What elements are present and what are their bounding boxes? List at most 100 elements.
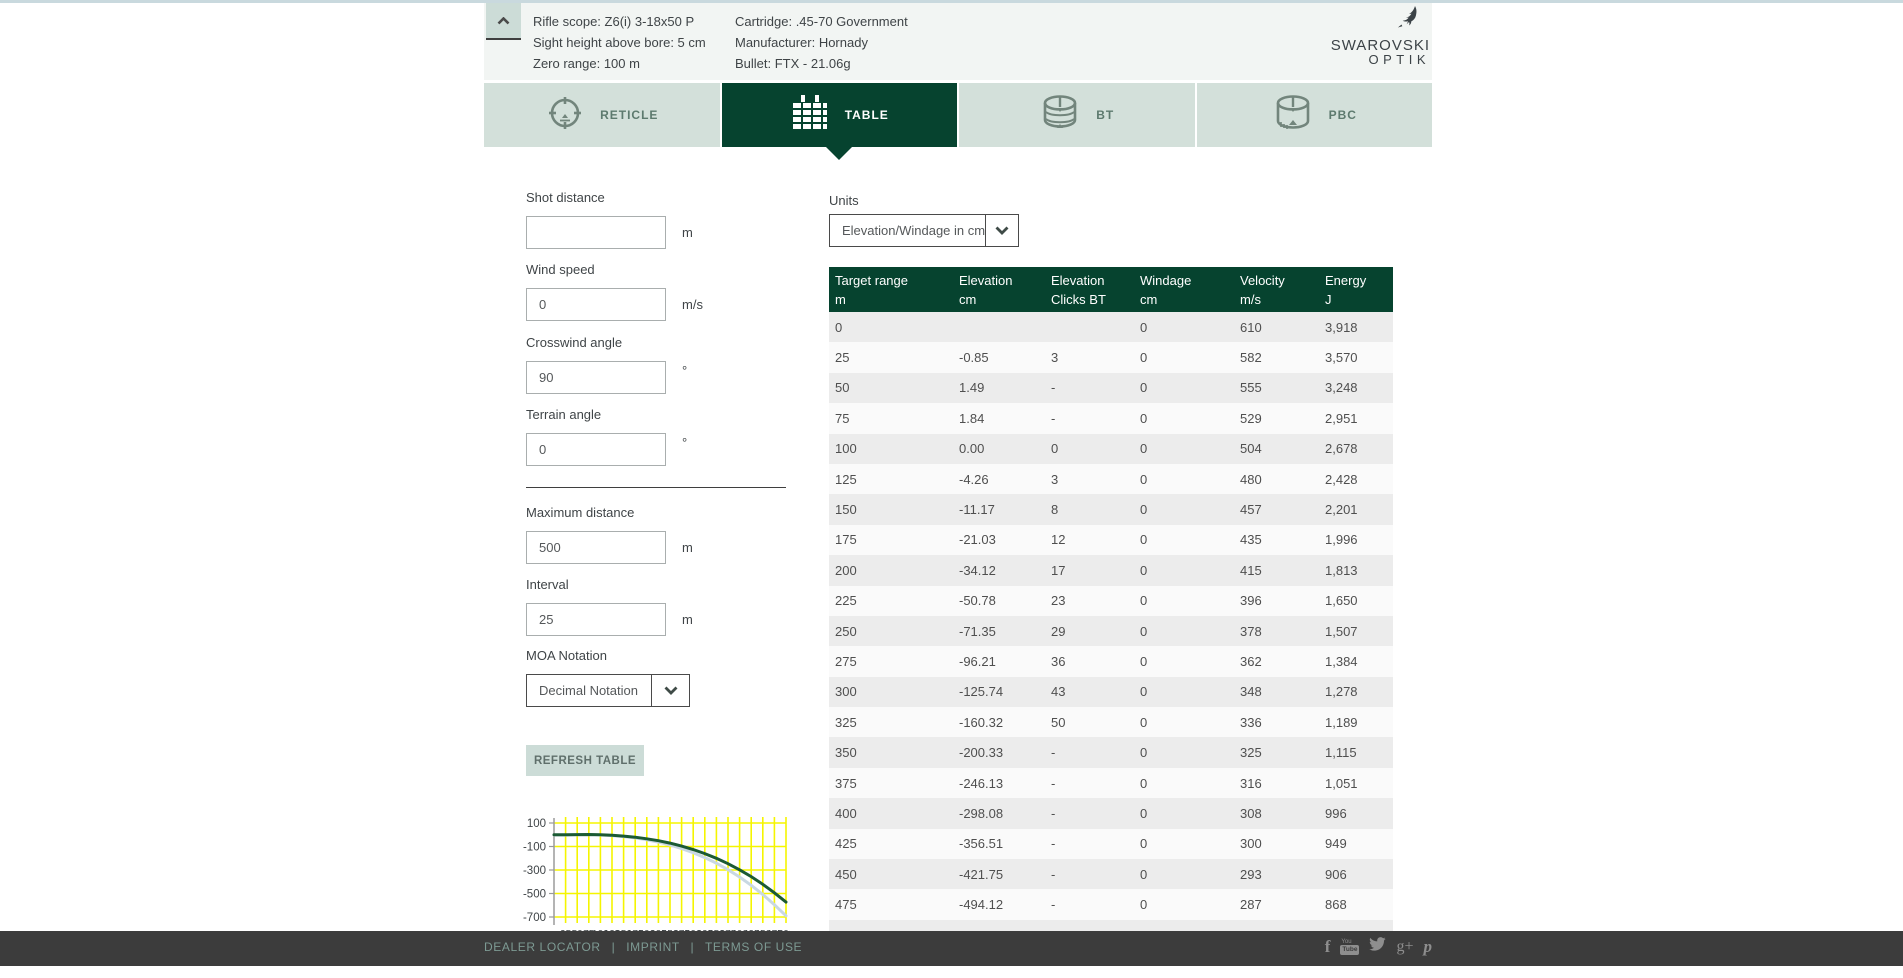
table-row: 501.49-05553,248 bbox=[829, 373, 1393, 403]
ballistic-setup-header: Rifle scope: Z6(i) 3-18x50 P Sight heigh… bbox=[484, 3, 1432, 80]
table-cell: 1,189 bbox=[1319, 715, 1393, 730]
table-row: 225-50.782303961,650 bbox=[829, 586, 1393, 616]
table-row: 150-11.17804572,201 bbox=[829, 494, 1393, 524]
googleplus-icon[interactable]: g+ bbox=[1396, 939, 1413, 955]
table-cell: 12 bbox=[1045, 532, 1134, 547]
units-select[interactable]: Elevation/Windage in cm bbox=[829, 214, 1019, 247]
scope-specs: Rifle scope: Z6(i) 3-18x50 P Sight heigh… bbox=[533, 11, 706, 74]
table-cell: - bbox=[1045, 745, 1134, 760]
collapse-header-button[interactable] bbox=[486, 3, 521, 40]
table-cell: 3,918 bbox=[1319, 320, 1393, 335]
table-cell: -4.26 bbox=[953, 472, 1045, 487]
table-cell: - bbox=[1045, 806, 1134, 821]
link-separator: | bbox=[612, 940, 616, 954]
logo-brand-text: SWAROVSKI bbox=[1331, 38, 1430, 53]
table-cell: 3 bbox=[1045, 350, 1134, 365]
table-cell: -494.12 bbox=[953, 897, 1045, 912]
table-cell: 0 bbox=[1134, 441, 1234, 456]
table-row: 751.84-05292,951 bbox=[829, 403, 1393, 433]
footer-links: DEALER LOCATOR | IMPRINT | TERMS OF USE bbox=[484, 940, 802, 954]
table-cell: 415 bbox=[1234, 563, 1319, 578]
spec-line: Rifle scope: Z6(i) 3-18x50 P bbox=[533, 11, 706, 32]
tab-label: BT bbox=[1096, 108, 1114, 122]
svg-text:-700: -700 bbox=[523, 912, 546, 924]
chevron-down-icon bbox=[651, 675, 689, 706]
twitter-icon[interactable] bbox=[1369, 937, 1386, 956]
table-cell: 0 bbox=[1134, 897, 1234, 912]
maximum-distance-input[interactable] bbox=[526, 531, 666, 564]
tab-label: TABLE bbox=[845, 108, 889, 122]
crosswind-angle-label: Crosswind angle bbox=[526, 335, 687, 350]
table-cell: 610 bbox=[1234, 320, 1319, 335]
table-row: 350-200.33-03251,115 bbox=[829, 737, 1393, 767]
table-cell: 325 bbox=[829, 715, 953, 730]
table-cell: 316 bbox=[1234, 776, 1319, 791]
spec-line: Manufacturer: Hornady bbox=[735, 32, 908, 53]
table-header-row: Target rangemElevationcmElevationClicks … bbox=[829, 267, 1393, 312]
spec-line: Sight height above bore: 5 cm bbox=[533, 32, 706, 53]
table-row: 475-494.12-0287868 bbox=[829, 889, 1393, 919]
shot-distance-label: Shot distance bbox=[526, 190, 693, 205]
column-header: Elevationcm bbox=[953, 267, 1045, 312]
table-cell: 125 bbox=[829, 472, 953, 487]
table-cell: 2,201 bbox=[1319, 502, 1393, 517]
interval-input[interactable] bbox=[526, 603, 666, 636]
table-cell: 396 bbox=[1234, 593, 1319, 608]
youtube-icon[interactable]: You Tube bbox=[1340, 939, 1359, 955]
table-cell: 1,051 bbox=[1319, 776, 1393, 791]
moa-notation-select[interactable]: Decimal Notation bbox=[526, 674, 690, 707]
tab-label: PBC bbox=[1329, 108, 1357, 122]
table-cell: 1,384 bbox=[1319, 654, 1393, 669]
table-cell: -298.08 bbox=[953, 806, 1045, 821]
table-cell: 225 bbox=[829, 593, 953, 608]
table-cell: -0.85 bbox=[953, 350, 1045, 365]
table-cell: 0 bbox=[1134, 411, 1234, 426]
svg-text:-100: -100 bbox=[523, 842, 546, 854]
table-row: 400-298.08-0308996 bbox=[829, 798, 1393, 828]
imprint-link[interactable]: IMPRINT bbox=[626, 940, 679, 954]
shot-distance-input[interactable] bbox=[526, 216, 666, 249]
spec-line: Zero range: 100 m bbox=[533, 53, 706, 74]
table-cell: 0 bbox=[1134, 867, 1234, 882]
table-cell: 504 bbox=[1234, 441, 1319, 456]
table-cell: -21.03 bbox=[953, 532, 1045, 547]
facebook-icon[interactable]: f bbox=[1325, 938, 1331, 955]
table-row: 1000.00005042,678 bbox=[829, 434, 1393, 464]
terms-of-use-link[interactable]: TERMS OF USE bbox=[705, 940, 802, 954]
table-cell: -71.35 bbox=[953, 624, 1045, 639]
wind-speed-group: Wind speed m/s bbox=[526, 262, 703, 321]
table-cell: 23 bbox=[1045, 593, 1134, 608]
form-divider bbox=[526, 487, 786, 488]
table-cell: - bbox=[1045, 411, 1134, 426]
tab-bar: RETICLE TABLE bbox=[484, 83, 1432, 147]
table-cell: 275 bbox=[829, 654, 953, 669]
units-value: Elevation/Windage in cm bbox=[830, 215, 985, 246]
table-cell: 0 bbox=[1134, 350, 1234, 365]
column-header: Velocitym/s bbox=[1234, 267, 1319, 312]
crosswind-angle-unit: ° bbox=[682, 363, 687, 378]
table-cell: - bbox=[1045, 836, 1134, 851]
terrain-angle-group: Terrain angle ° bbox=[526, 407, 687, 466]
spec-line: Bullet: FTX - 21.06g bbox=[735, 53, 908, 74]
refresh-table-button[interactable]: REFRESH TABLE bbox=[526, 745, 644, 776]
table-cell: 0 bbox=[1134, 624, 1234, 639]
crosswind-angle-input[interactable] bbox=[526, 361, 666, 394]
main-content: Rifle scope: Z6(i) 3-18x50 P Sight heigh… bbox=[484, 3, 1432, 966]
wind-speed-input[interactable] bbox=[526, 288, 666, 321]
tab-table[interactable]: TABLE bbox=[722, 83, 958, 147]
tab-bt[interactable]: BT bbox=[959, 83, 1195, 147]
table-cell: 1,115 bbox=[1319, 745, 1393, 760]
tab-reticle[interactable]: RETICLE bbox=[484, 83, 720, 147]
tab-pbc[interactable]: PBC bbox=[1197, 83, 1433, 147]
wind-speed-label: Wind speed bbox=[526, 262, 703, 277]
table-cell: 3,248 bbox=[1319, 380, 1393, 395]
dealer-locator-link[interactable]: DEALER LOCATOR bbox=[484, 940, 601, 954]
social-icons: f You Tube g+ p bbox=[1325, 937, 1432, 956]
pinterest-icon[interactable]: p bbox=[1424, 938, 1433, 955]
chevron-down-icon bbox=[985, 215, 1018, 246]
terrain-angle-input[interactable] bbox=[526, 433, 666, 466]
table-cell: - bbox=[1045, 776, 1134, 791]
moa-notation-group: MOA Notation Decimal Notation bbox=[526, 648, 690, 707]
table-cell: 75 bbox=[829, 411, 953, 426]
table-icon bbox=[790, 95, 830, 136]
